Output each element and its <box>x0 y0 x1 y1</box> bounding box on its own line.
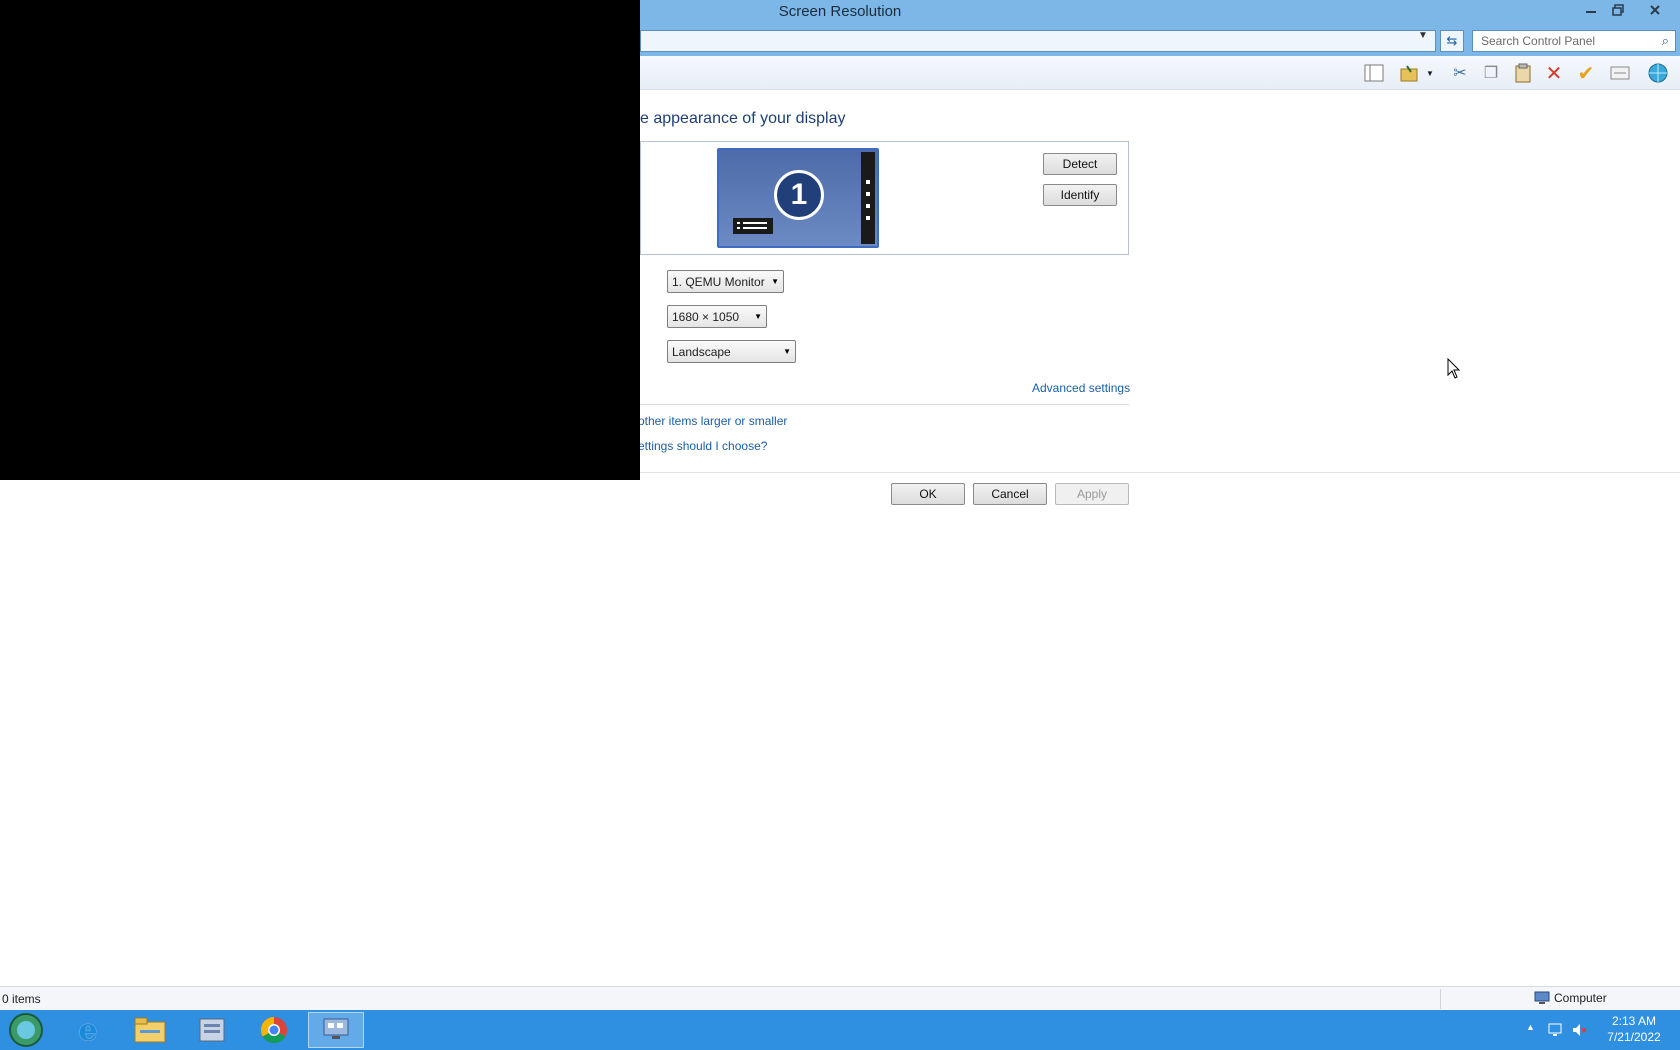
properties-icon[interactable] <box>1608 62 1632 84</box>
status-location-label: Computer <box>1554 991 1607 1005</box>
volume-muted-icon[interactable] <box>1571 1022 1587 1041</box>
identify-button[interactable]: Identify <box>1043 184 1117 206</box>
which-settings-link[interactable]: ettings should I choose? <box>638 439 767 453</box>
restore-icon <box>1612 4 1624 16</box>
minimize-button[interactable] <box>1580 1 1602 19</box>
screen-resolution-icon <box>323 1018 349 1039</box>
control-panel-taskbar-button[interactable] <box>308 1012 364 1048</box>
cut-icon[interactable]: ✂ <box>1448 62 1472 84</box>
minimize-icon <box>1586 11 1596 13</box>
cancel-button[interactable]: Cancel <box>973 483 1047 505</box>
file-explorer-taskbar-button[interactable] <box>122 1012 178 1048</box>
refresh-icon: ⇆ <box>1446 33 1458 48</box>
address-dropdown-icon[interactable]: ▼ <box>1418 30 1428 41</box>
apply-button[interactable]: Apply <box>1055 483 1129 505</box>
resolution-select[interactable]: 1680 × 1050 ▼ <box>667 305 767 328</box>
black-overlay <box>0 0 640 480</box>
monitor-taskbar <box>733 218 773 234</box>
ok-button[interactable]: OK <box>891 483 965 505</box>
restore-button[interactable] <box>1607 1 1629 19</box>
mouse-cursor-icon <box>1447 357 1461 383</box>
address-bar[interactable] <box>640 30 1436 52</box>
tools-taskbar-button[interactable] <box>184 1012 240 1048</box>
folder-icon <box>134 1017 166 1043</box>
display-select-value: 1. QEMU Monitor <box>672 275 765 289</box>
close-button[interactable] <box>1644 1 1666 19</box>
orientation-select-value: Landscape <box>672 345 731 359</box>
control-panel-icon <box>199 1018 225 1042</box>
delete-icon[interactable]: ✕ <box>1542 62 1566 85</box>
copy-icon[interactable]: ❐ <box>1479 62 1503 84</box>
chevron-down-icon[interactable]: ▼ <box>1424 62 1436 84</box>
clock-time: 2:13 AM <box>1611 1014 1657 1028</box>
start-button[interactable] <box>4 1012 48 1048</box>
chevron-down-icon: ▼ <box>783 347 791 356</box>
divider <box>1440 989 1441 1009</box>
chevron-down-icon: ▼ <box>771 277 779 286</box>
larger-smaller-link[interactable]: other items larger or smaller <box>638 414 787 428</box>
page-heading: e appearance of your display <box>640 110 846 127</box>
taskbar: e ▲ 2:13 AM 7/21/2022 <box>0 1010 1680 1050</box>
checkmark-icon[interactable]: ✔ <box>1574 62 1598 85</box>
close-icon <box>1650 5 1660 15</box>
display-select[interactable]: 1. QEMU Monitor ▼ <box>667 270 784 293</box>
advanced-settings-link[interactable]: Advanced settings <box>1032 381 1130 395</box>
chrome-taskbar-button[interactable] <box>246 1012 302 1048</box>
computer-icon <box>1534 991 1550 1004</box>
monitor-thumbnail[interactable]: 1 <box>717 148 879 248</box>
monitor-number-badge: 1 <box>774 170 824 220</box>
status-location: Computer <box>1534 991 1607 1005</box>
show-hidden-icons-button[interactable]: ▲ <box>1526 1022 1535 1032</box>
start-orb-icon <box>9 1013 43 1047</box>
search-placeholder: Search Control Panel <box>1481 34 1596 48</box>
search-icon[interactable]: ⌕ <box>1662 33 1669 49</box>
status-bar: 0 items Computer <box>0 986 1680 1010</box>
taskbar-clock[interactable]: 2:13 AM 7/21/2022 <box>1594 1013 1674 1045</box>
globe-icon[interactable] <box>1646 62 1670 84</box>
chevron-down-icon: ▼ <box>754 312 762 321</box>
clock-date: 7/21/2022 <box>1607 1030 1661 1044</box>
chrome-icon <box>260 1016 287 1044</box>
resolution-select-value: 1680 × 1050 <box>672 310 740 324</box>
refresh-button[interactable]: ⇆ <box>1440 30 1464 52</box>
internet-explorer-taskbar-button[interactable]: e <box>60 1012 116 1048</box>
item-count: 0 items <box>2 992 41 1006</box>
network-icon[interactable] <box>1547 1022 1563 1041</box>
divider <box>640 472 1680 473</box>
charms-bar <box>861 152 875 244</box>
orientation-select[interactable]: Landscape ▼ <box>667 340 796 363</box>
folder-options-icon[interactable] <box>1398 62 1422 84</box>
layout-icon[interactable] <box>1362 62 1386 84</box>
detect-button[interactable]: Detect <box>1043 153 1117 175</box>
internet-explorer-icon: e <box>78 1012 98 1048</box>
divider <box>640 404 1129 405</box>
paste-icon[interactable] <box>1511 62 1535 84</box>
search-input[interactable]: Search Control Panel ⌕ <box>1472 30 1676 52</box>
